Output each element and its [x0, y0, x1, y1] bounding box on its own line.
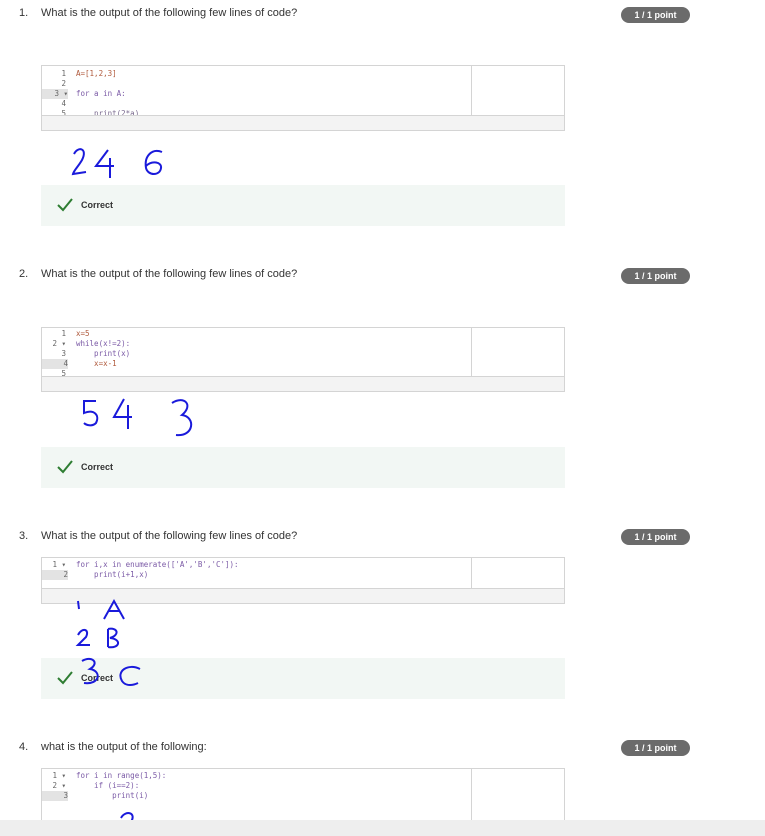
handwritten-answer [71, 148, 163, 178]
feedback-panel: Correct [41, 185, 565, 226]
score-badge: 1 / 1 point [621, 7, 690, 23]
code-line: 2 ▾ if (i==2): [52, 781, 140, 790]
code-line: 4 x=x-1 [42, 359, 472, 369]
feedback-panel: Correct [41, 447, 565, 488]
question-text: What is the output of the following few … [41, 530, 298, 542]
question-text: what is the output of the following: [41, 741, 207, 753]
score-badge: 1 / 1 point [621, 740, 690, 756]
code-editor[interactable]: 1 A=[1,2,3] 2 3 ▾ for a in A: 4 5 print(2*… [41, 65, 565, 131]
code-line: 2 ▾ while(x!=2): [52, 339, 131, 348]
handwritten-answer [75, 598, 141, 686]
question-text: What is the output of the following few … [41, 7, 298, 19]
score-badge: 1 / 1 point [621, 529, 690, 545]
code-line: 1 A=[1,2,3] [61, 69, 117, 78]
code-line: 3 ▾ for a in A: [42, 89, 472, 99]
feedback-label: Correct [81, 200, 114, 210]
code-line: 1 ▾ for i,x in enumerate(['A','B','C']): [52, 560, 239, 569]
question-number: 3. [19, 530, 29, 542]
code-line: 1 x=5 [61, 329, 90, 338]
question-number: 4. [19, 741, 29, 753]
score-badge: 1 / 1 point [621, 268, 690, 284]
code-line: 2 print(i+1,x) [42, 570, 472, 580]
question-number: 1. [19, 7, 29, 19]
checkmark-icon [57, 460, 73, 474]
checkmark-icon [57, 198, 73, 212]
code-line: 3 print(x) [61, 349, 131, 358]
code-line: 3 print(i) [42, 791, 472, 801]
bottom-bar [0, 820, 765, 836]
feedback-label: Correct [81, 462, 114, 472]
code-line: 2 [61, 79, 66, 88]
question-text: What is the output of the following few … [41, 268, 298, 280]
code-line: 4 [61, 99, 66, 108]
code-editor[interactable]: 1 x=5 2 ▾ while(x!=2): 3 print(x) 4 x=x-1 … [41, 327, 565, 392]
editor-side-cell [472, 769, 564, 827]
code-line: 1 ▾ for i in range(1,5): [52, 771, 167, 780]
question-number: 2. [19, 268, 29, 280]
handwritten-answer [83, 398, 192, 437]
